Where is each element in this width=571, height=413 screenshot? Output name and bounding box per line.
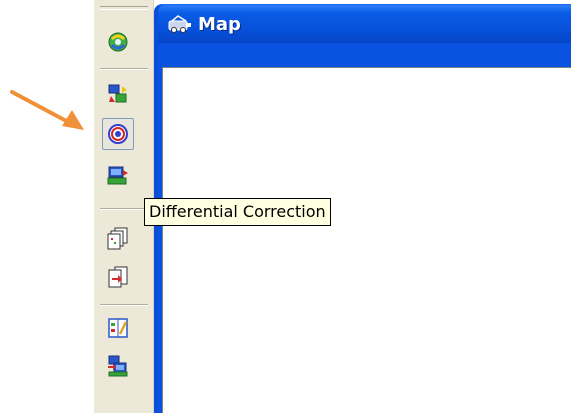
toolbar-separator <box>100 304 148 306</box>
data-transfer-button[interactable] <box>102 78 134 110</box>
target-icon <box>108 124 128 144</box>
edit-data-icon <box>108 318 128 338</box>
copy-files-button[interactable] <box>102 222 134 254</box>
copy-files-icon <box>107 227 128 250</box>
refresh-globe-icon <box>108 32 128 52</box>
map-window-icon <box>168 14 192 34</box>
edit-data-button[interactable] <box>102 312 134 344</box>
differential-correction-button[interactable] <box>102 160 134 192</box>
refresh-button[interactable] <box>102 26 134 58</box>
connect-device-icon <box>108 355 128 377</box>
target-button[interactable] <box>102 118 134 150</box>
window-title: Map <box>198 13 241 35</box>
export-files-button[interactable] <box>102 260 134 292</box>
export-files-icon <box>108 266 128 288</box>
differential-correction-icon <box>107 166 128 185</box>
screenshot-stage: Map Differential Correction <box>0 0 571 413</box>
map-canvas[interactable] <box>162 67 571 413</box>
toolbar-separator <box>100 68 148 70</box>
connect-device-button[interactable] <box>102 350 134 382</box>
toolbar-separator <box>100 208 148 210</box>
tooltip: Differential Correction <box>144 198 331 226</box>
toolbar-grip[interactable] <box>100 6 148 10</box>
data-transfer-icon <box>108 84 127 103</box>
map-titlebar[interactable]: Map <box>158 5 571 43</box>
